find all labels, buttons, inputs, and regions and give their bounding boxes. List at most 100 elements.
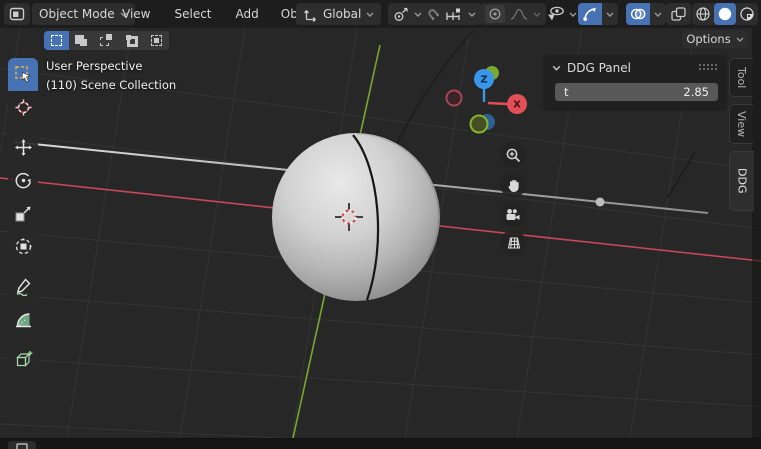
gizmo-z-label: Z xyxy=(480,75,487,86)
chevron-down-icon[interactable] xyxy=(468,12,476,17)
transform-orientation-dropdown[interactable]: Global xyxy=(296,3,381,25)
gizmos-toggle-group xyxy=(578,3,618,25)
chevron-down-icon[interactable] xyxy=(533,12,541,17)
curve-back-arc xyxy=(393,31,473,152)
rotate-tool[interactable] xyxy=(8,164,38,197)
select-subtract-button[interactable] xyxy=(94,31,119,50)
panel-collapse-chevron-icon[interactable] xyxy=(552,65,561,71)
grid-plane-icon xyxy=(505,236,521,250)
t-field-label: t xyxy=(564,85,569,99)
overlays-toggle-group xyxy=(626,3,666,25)
mode-label: Object Mode xyxy=(39,7,115,21)
panel-drag-handle-icon[interactable] xyxy=(699,64,719,72)
tab-ddg[interactable]: DDG xyxy=(729,151,754,210)
measure-tool[interactable] xyxy=(8,303,38,336)
move-tool[interactable] xyxy=(8,131,38,164)
t-value-slider[interactable]: t 2.85 xyxy=(555,83,718,101)
select-set-icon xyxy=(51,35,62,46)
proportional-edit-cluster xyxy=(480,3,546,25)
view-perspective-label: User Perspective xyxy=(46,57,176,76)
shading-mode-group xyxy=(692,3,758,25)
annotate-tool[interactable] xyxy=(8,270,38,303)
sidebar-tabs: Tool View DDG xyxy=(729,58,754,218)
proportional-edit-toggle[interactable] xyxy=(485,5,505,23)
scene-collection-label: (110) Scene Collection xyxy=(46,76,176,95)
tab-tool[interactable]: Tool xyxy=(729,58,753,97)
navigation-gizmo[interactable]: Z X xyxy=(447,66,528,133)
shading-solid-button[interactable] xyxy=(714,3,736,25)
tab-view[interactable]: View xyxy=(729,104,753,144)
camera-view-button[interactable] xyxy=(500,202,526,228)
material-preview-icon xyxy=(739,6,755,22)
t-field-value: 2.85 xyxy=(683,85,709,99)
toggle-ortho-button[interactable] xyxy=(500,230,526,256)
select-subtract-icon xyxy=(100,34,113,47)
ddg-panel-header[interactable]: DDG Panel xyxy=(543,55,727,81)
scale-icon xyxy=(14,204,33,223)
menu-select[interactable]: Select xyxy=(166,3,219,25)
3d-viewport[interactable]: Z X Options xyxy=(0,28,761,438)
view-info-overlay: User Perspective (110) Scene Collection xyxy=(46,57,176,95)
options-label: Options xyxy=(686,32,730,46)
rod-vertex-dot[interactable] xyxy=(596,198,605,207)
scale-tool[interactable] xyxy=(8,197,38,230)
hand-icon xyxy=(506,178,521,193)
ddg-panel-title: DDG Panel xyxy=(567,61,631,75)
select-intersect-button[interactable] xyxy=(144,31,169,50)
blender-window: Object Mode View Select Add Object Globa… xyxy=(0,0,761,449)
chevron-down-icon xyxy=(736,37,744,42)
editor-3d-viewport-icon xyxy=(9,7,25,21)
show-overlays-toggle[interactable] xyxy=(626,3,650,25)
gizmos-dropdown[interactable] xyxy=(602,3,618,25)
wireframe-icon xyxy=(695,6,711,22)
ddg-panel: DDG Panel t 2.85 xyxy=(543,55,727,111)
editor-type-button-bottom[interactable] xyxy=(8,441,36,449)
camera-icon xyxy=(505,208,521,222)
move-icon xyxy=(14,138,33,157)
select-invert-icon xyxy=(126,35,138,47)
viewport-header: Object Mode View Select Add Object Globa… xyxy=(0,0,761,28)
menu-add[interactable]: Add xyxy=(228,3,267,25)
falloff-curve-icon[interactable] xyxy=(510,8,528,20)
snap-magnet-icon[interactable] xyxy=(423,4,443,24)
shading-wireframe-button[interactable] xyxy=(692,3,714,25)
object-visibility-dropdown[interactable] xyxy=(546,6,577,22)
select-set-button[interactable] xyxy=(44,31,69,50)
zoom-view-button[interactable] xyxy=(500,142,526,168)
overlays-icon xyxy=(630,6,646,22)
annotate-icon xyxy=(14,277,33,296)
xray-toggle[interactable] xyxy=(666,3,691,25)
gizmo-neg-x-ball[interactable] xyxy=(447,91,462,106)
orientation-axes-icon xyxy=(303,7,318,22)
overlays-dropdown[interactable] xyxy=(650,3,666,25)
select-invert-button[interactable] xyxy=(119,31,144,50)
add-cube-icon xyxy=(14,350,33,369)
proportional-edit-icon xyxy=(488,7,502,21)
snap-target-icon[interactable] xyxy=(445,8,463,21)
chevron-down-icon xyxy=(569,12,577,17)
select-extend-icon xyxy=(75,34,88,47)
3d-cursor-icon xyxy=(14,98,33,117)
pan-view-button[interactable] xyxy=(500,172,526,198)
gizmo-x-label: X xyxy=(513,100,521,111)
snapping-cluster xyxy=(421,3,481,25)
measure-icon xyxy=(14,310,33,329)
shading-material-button[interactable] xyxy=(736,3,758,25)
solid-shading-icon xyxy=(717,6,733,22)
menu-view[interactable]: View xyxy=(114,3,158,25)
chevron-down-icon xyxy=(606,12,614,17)
select-extend-button[interactable] xyxy=(69,31,94,50)
options-dropdown[interactable]: Options xyxy=(682,30,748,48)
add-cube-tool[interactable] xyxy=(8,343,38,376)
editor-icon xyxy=(16,443,28,449)
visibility-filter-icon xyxy=(546,6,565,22)
select-box-tool[interactable] xyxy=(8,58,38,91)
tool-shelf xyxy=(8,58,38,383)
editor-type-button[interactable] xyxy=(4,3,30,25)
pivot-point-icon xyxy=(393,7,409,22)
cursor-tool[interactable] xyxy=(8,91,38,124)
gizmo-neg-y-ball[interactable] xyxy=(471,116,488,133)
show-gizmos-toggle[interactable] xyxy=(578,3,602,25)
transform-tool[interactable] xyxy=(8,230,38,263)
chevron-down-icon xyxy=(654,12,662,17)
